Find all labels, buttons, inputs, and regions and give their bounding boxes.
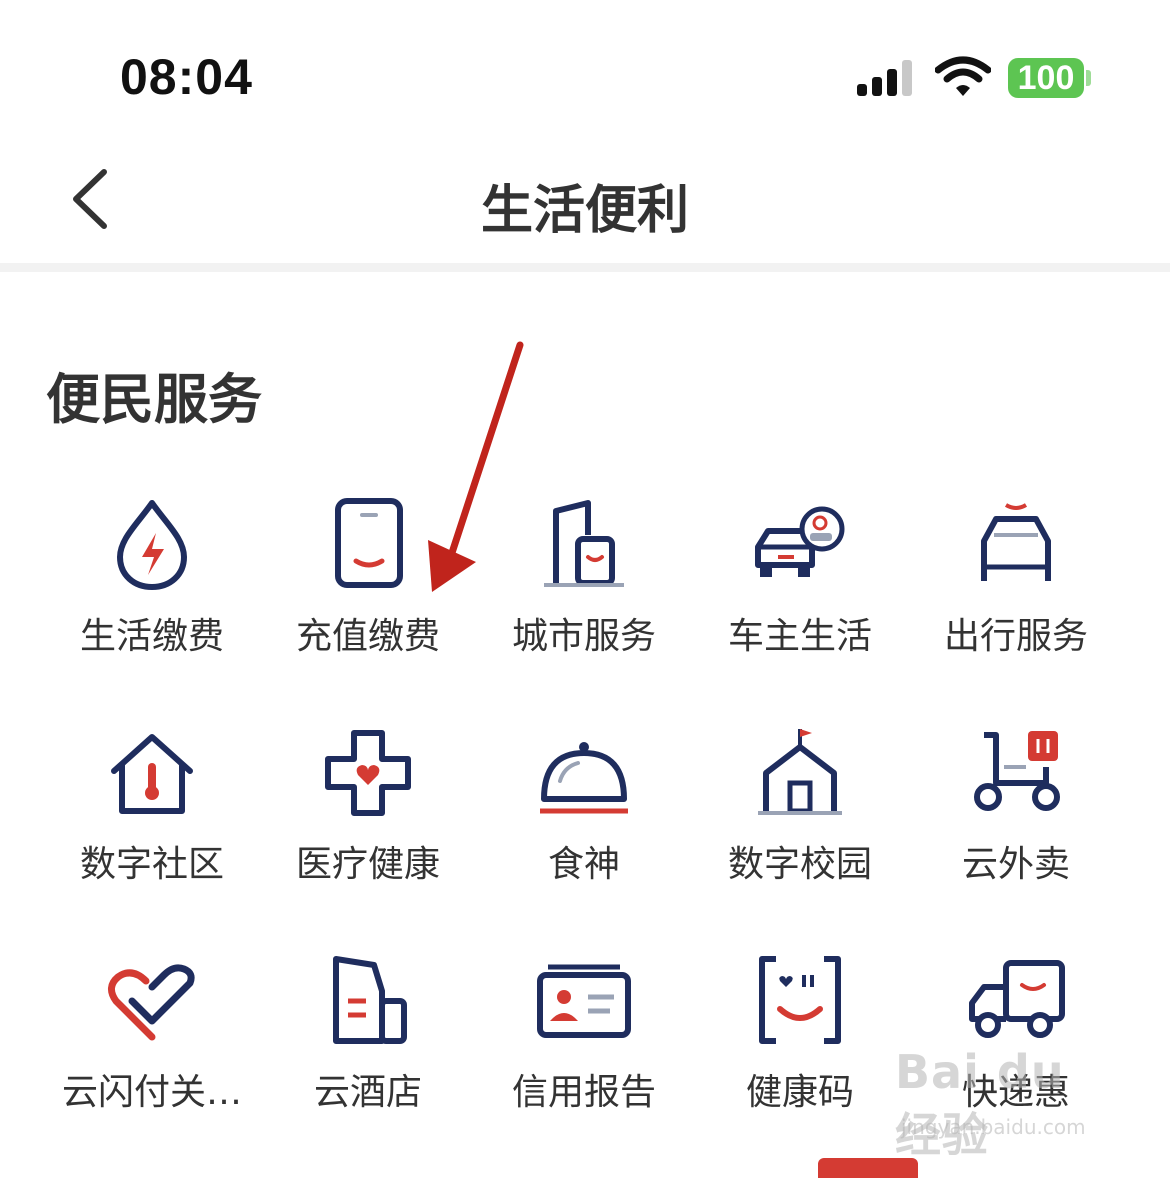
navigation-bar: 生活便利 [0,150,1170,263]
service-label: 快递惠 [961,1072,1070,1113]
service-item-cloud-takeout[interactable]: 云外卖 [908,713,1124,913]
service-item-food-god[interactable]: 食神 [476,713,692,913]
delivery-scooter-icon [974,731,1060,811]
service-label: 数字校园 [727,844,872,885]
building-icon [544,500,624,587]
bottom-red-tag [818,1158,918,1178]
nav-divider [0,263,1170,272]
id-card-icon [537,964,631,1038]
service-label: 云酒店 [313,1072,422,1113]
truck-icon [969,960,1065,1038]
service-item-express-discount[interactable]: 快递惠 [908,941,1124,1141]
service-label: 生活缴费 [79,616,224,657]
service-item-digital-community[interactable]: 数字社区 [44,713,260,913]
service-item-car-owner-life[interactable]: 车主生活 [692,485,908,685]
service-label: 城市服务 [511,616,656,657]
section-title: 便民服务 [46,368,262,431]
service-label: 健康码 [745,1072,854,1113]
service-item-recharge-payment[interactable]: 充值缴费 [260,485,476,685]
food-cloche-icon [540,742,628,814]
page-title: 生活便利 [480,181,689,241]
status-bar: 08:04 100 [0,0,1170,150]
cellular-signal-icon [857,60,912,96]
service-label: 食神 [547,844,620,885]
service-label: 车主生活 [727,616,872,657]
service-label: 云外卖 [961,844,1070,885]
taxi-icon [981,503,1051,581]
service-item-quickpass-care[interactable]: 云闪付关… [44,941,260,1141]
school-icon [758,729,842,815]
service-label: 云闪付关… [61,1072,242,1113]
car-icon [755,506,845,577]
battery-cap [1086,70,1091,86]
wifi-icon [935,56,991,96]
service-item-utility-payment[interactable]: 生活缴费 [44,485,260,685]
service-item-medical-health[interactable]: 医疗健康 [260,713,476,913]
service-item-city-services[interactable]: 城市服务 [476,485,692,685]
hotel-icon [333,956,407,1044]
service-item-cloud-hotel[interactable]: 云酒店 [260,941,476,1141]
battery-indicator: 100 [1008,58,1084,98]
medical-cross-icon [325,730,411,816]
status-time: 08:04 [120,49,253,105]
service-label: 数字社区 [79,844,224,885]
service-item-travel-services[interactable]: 出行服务 [908,485,1124,685]
service-label: 出行服务 [943,616,1088,657]
service-label: 充值缴费 [295,616,440,657]
service-item-digital-campus[interactable]: 数字校园 [692,713,908,913]
service-label: 医疗健康 [295,844,440,885]
water-bolt-icon [117,500,187,590]
heart-check-icon [108,964,195,1041]
house-thermometer-icon [111,734,193,814]
service-item-credit-report[interactable]: 信用报告 [476,941,692,1141]
service-label: 信用报告 [511,1072,656,1113]
service-item-health-code[interactable]: 健康码 [692,941,908,1141]
phone-icon [335,498,403,588]
scan-face-icon [759,956,841,1044]
